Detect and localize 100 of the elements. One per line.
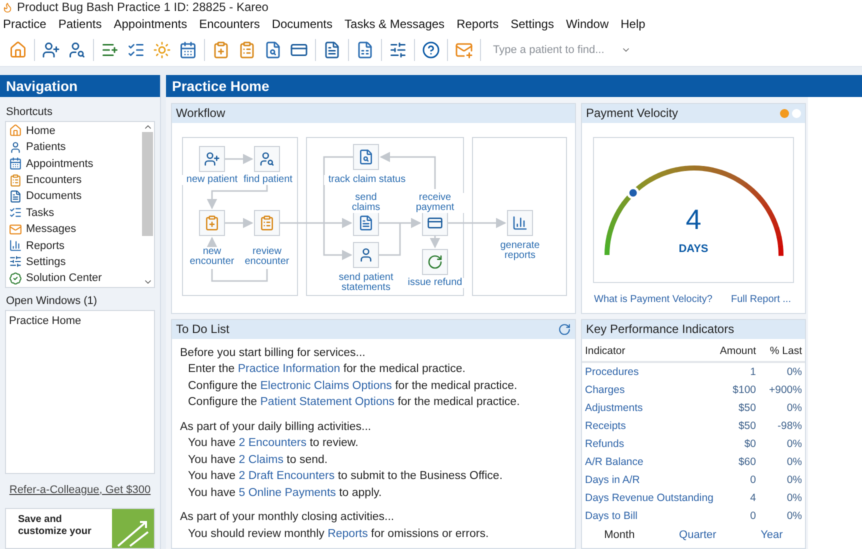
link[interactable]: Electronic Claims Options: [260, 380, 392, 392]
indicator-link[interactable]: Procedures: [582, 362, 711, 380]
link[interactable]: What is Payment Velocity?: [594, 294, 712, 304]
period-tab[interactable]: Month: [604, 528, 635, 540]
workflow-tile[interactable]: [353, 144, 379, 170]
menu-item[interactable]: Appointments: [114, 17, 188, 31]
workflow-tile[interactable]: [199, 210, 225, 236]
menu-item[interactable]: Documents: [272, 17, 333, 31]
connector-line: [379, 222, 401, 256]
connector-arrow: [380, 151, 436, 188]
panel-title: Navigation: [0, 75, 160, 97]
link[interactable]: Full Report ...: [730, 294, 791, 304]
workflow-tile[interactable]: [254, 210, 280, 236]
menu-item[interactable]: Tasks & Messages: [344, 17, 445, 31]
gauge-unit: DAYS: [678, 242, 710, 254]
clipboard-plus-icon[interactable]: [212, 41, 230, 59]
refresh-icon[interactable]: [558, 322, 571, 336]
workflow-tile[interactable]: [507, 210, 533, 236]
help-icon[interactable]: [422, 41, 440, 59]
section-label: Shortcuts: [5, 104, 54, 120]
badge-check-icon: [9, 272, 22, 285]
list-plus-icon[interactable]: [101, 41, 119, 59]
workflow-tile[interactable]: [199, 146, 225, 172]
link[interactable]: 5 Online Payments: [238, 486, 336, 498]
logo-icon: [2, 2, 13, 12]
menu-item[interactable]: Reports: [456, 17, 499, 31]
shortcut-item[interactable]: Home: [6, 122, 141, 140]
indicator-link[interactable]: Receipts: [582, 416, 711, 434]
document-icon: [9, 190, 22, 203]
indicator-link[interactable]: Refunds: [582, 434, 711, 452]
bar-chart-icon: [512, 214, 528, 230]
workflow-tile[interactable]: [254, 146, 280, 172]
column-header: Indicator: [582, 342, 711, 362]
shortcut-item[interactable]: Encounters: [6, 172, 141, 188]
indicator-link[interactable]: Adjustments: [582, 398, 711, 416]
connector-line: [211, 268, 268, 282]
todo-line: Enter the Practice Information for the medical practice.: [187, 362, 466, 377]
indicator-link[interactable]: Days to Bill: [582, 506, 711, 524]
link[interactable]: 2 Claims: [238, 454, 284, 466]
clipboard-plus-icon: [204, 214, 220, 230]
menu-item[interactable]: Window: [566, 17, 609, 31]
todo-heading: As part of your monthly closing activities...: [180, 510, 396, 525]
todo-line: Configure the Patient Statement Options for the medical practice.: [187, 395, 521, 410]
card-title: Workflow: [176, 106, 226, 120]
shortcut-item[interactable]: Appointments: [6, 155, 141, 172]
todo-line: Configure the Electronic Claims Options for the medical practice.: [187, 378, 518, 394]
connector-arrow: [448, 217, 506, 228]
home-icon: [9, 124, 22, 138]
link[interactable]: 2 Encounters: [238, 437, 306, 449]
shortcut-item[interactable]: Messages: [6, 221, 141, 238]
home-icon[interactable]: [9, 41, 27, 59]
promo-card[interactable]: Save and customize your: [5, 508, 155, 549]
link[interactable]: Patient Statement Options: [260, 396, 394, 408]
indicator-link[interactable]: Days in A/R: [582, 470, 711, 488]
person-search-icon[interactable]: [68, 41, 86, 59]
connector-arrow: [206, 184, 268, 209]
connector-arrow: [225, 153, 254, 164]
todo-line: You have 2 Encounters to review.: [187, 436, 360, 451]
indicator-link[interactable]: Charges: [582, 380, 711, 398]
workflow-tile[interactable]: [422, 248, 448, 274]
period-tab[interactable]: Year: [760, 528, 783, 540]
page-dot[interactable]: [780, 108, 789, 118]
sliders-icon[interactable]: [389, 41, 407, 59]
open-window-item[interactable]: Practice Home: [6, 312, 154, 330]
scroll-thumb[interactable]: [142, 132, 153, 236]
shortcut-item[interactable]: Settings: [6, 254, 141, 270]
link[interactable]: 2 Draft Encounters: [238, 470, 335, 482]
person-plus-icon: [204, 150, 220, 166]
person-search-icon: [259, 150, 275, 166]
menu-item[interactable]: Help: [620, 17, 646, 31]
shortcut-item[interactable]: Documents: [6, 188, 141, 205]
shortcut-item[interactable]: Patients: [6, 139, 141, 156]
shortcut-item[interactable]: Solution Center: [6, 270, 141, 287]
table-cell-text: 0%: [786, 454, 803, 470]
table-cell-text: $50: [737, 400, 757, 416]
link[interactable]: Reports: [328, 528, 368, 540]
shortcut-item[interactable]: Tasks: [6, 204, 141, 222]
table-cell-text: 0%: [786, 508, 803, 524]
indicator-link[interactable]: Days Revenue Outstanding: [582, 488, 711, 506]
shortcut-item[interactable]: Reports: [6, 237, 141, 254]
refer-link[interactable]: Refer-a-Colleague, Get $300: [0, 474, 160, 508]
menu-item[interactable]: Settings: [510, 17, 554, 31]
patient-search-field[interactable]: Type a patient to find...: [487, 40, 635, 60]
calendar-icon[interactable]: [179, 41, 197, 59]
table-cell-text: 0: [749, 508, 757, 524]
menu-item[interactable]: Encounters: [199, 17, 260, 31]
menu-item[interactable]: Practice: [3, 17, 46, 31]
envelope-plus-icon[interactable]: [455, 41, 473, 59]
todo-heading: Before you start billing for services...: [180, 346, 366, 360]
menu-item[interactable]: Patients: [58, 17, 102, 31]
workflow-tile[interactable]: [353, 242, 379, 268]
period-tab[interactable]: Quarter: [679, 528, 716, 540]
link[interactable]: Practice Information: [238, 363, 340, 375]
promo-text: Save and customize your: [17, 512, 92, 539]
person-plus-icon[interactable]: [42, 41, 60, 59]
table-cell-text: 0%: [786, 436, 803, 452]
table-cell-text: 0%: [786, 400, 803, 416]
todo-line: You have 2 Draft Encounters to submit to the Business Office.: [187, 469, 504, 484]
indicator-link[interactable]: A/R Balance: [582, 452, 711, 470]
page-dot[interactable]: [792, 108, 801, 118]
